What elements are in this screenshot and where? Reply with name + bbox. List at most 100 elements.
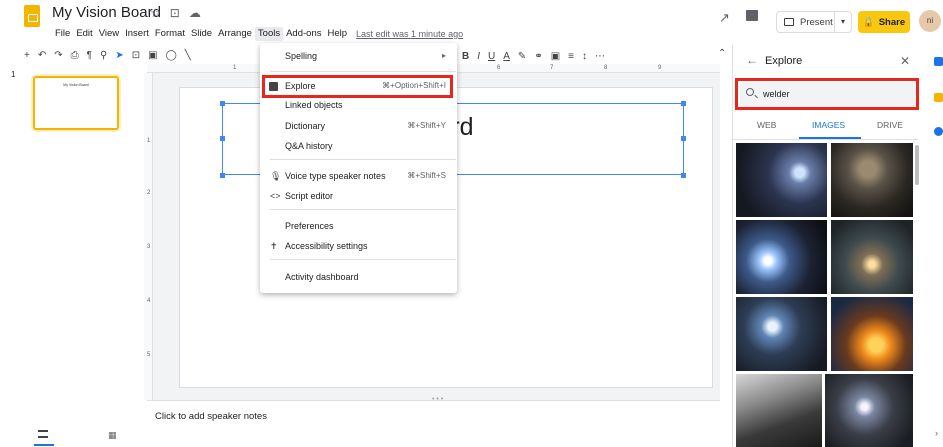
slide-thumbnail[interactable]: My Vision Board	[33, 76, 119, 130]
toolbar-format: B I U A ✎ ⚭ ▣ ≡ ↕ ⋯	[462, 48, 605, 64]
undo-icon[interactable]: ↶	[38, 48, 46, 64]
menu-item-linked-objects[interactable]: Linked objects	[260, 96, 457, 114]
highlight-icon[interactable]: ✎	[518, 51, 526, 62]
avatar[interactable]: ni	[919, 10, 941, 32]
slides-logo-icon[interactable]	[24, 5, 40, 27]
resize-handle[interactable]	[220, 136, 225, 141]
menu-arrange[interactable]: Arrange	[215, 27, 255, 41]
ruler-v-2: 2	[147, 190, 151, 196]
redo-icon[interactable]: ↷	[54, 48, 62, 64]
shape-icon[interactable]: ◯	[166, 48, 177, 64]
present-button[interactable]: Present ▾	[776, 11, 852, 33]
menu-item-voice-type[interactable]: 🎙 Voice type speaker notes ⌘+Shift+S	[260, 167, 457, 185]
last-edit-link[interactable]: Last edit was 1 minute ago	[356, 29, 463, 39]
grid-view-icon[interactable]: ▦	[108, 430, 117, 441]
menu-item-accessibility[interactable]: ✝ Accessibility settings	[260, 237, 457, 255]
resize-handle[interactable]	[220, 101, 225, 106]
keep-icon[interactable]	[934, 93, 943, 102]
comment-add-icon[interactable]: ▣	[551, 51, 560, 62]
image-result[interactable]	[831, 143, 913, 217]
image-result[interactable]	[825, 374, 913, 447]
menu-addons[interactable]: Add-ons	[283, 27, 324, 41]
image-result[interactable]	[831, 297, 913, 371]
share-label: Share	[878, 16, 906, 28]
close-icon[interactable]: ✕	[900, 54, 910, 68]
collapse-toolbar-icon[interactable]: ⌃	[718, 48, 726, 59]
italic-button[interactable]: I	[477, 51, 480, 62]
speaker-notes-placeholder[interactable]: Click to add speaker notes	[155, 411, 267, 422]
expand-rail-icon[interactable]: ›	[935, 428, 938, 438]
trend-icon[interactable]: ↗	[719, 10, 730, 26]
present-dropdown-icon[interactable]: ▾	[834, 12, 851, 32]
textbox-icon[interactable]: ⊡	[132, 48, 140, 64]
speaker-notes-area[interactable]	[147, 400, 720, 447]
filmstrip-view-icon[interactable]	[38, 430, 48, 438]
image-icon[interactable]: ▣	[148, 48, 157, 64]
menu-item-label: Voice type speaker notes	[285, 171, 386, 181]
menu-item-spelling[interactable]: Spelling ▸	[260, 47, 457, 65]
new-slide-icon[interactable]: +	[24, 48, 30, 64]
select-icon[interactable]: ➤	[115, 48, 123, 64]
side-rail	[930, 45, 943, 447]
menu-format[interactable]: Format	[152, 27, 188, 41]
tasks-icon[interactable]	[934, 127, 943, 136]
menu-item-script-editor[interactable]: <> Script editor	[260, 187, 457, 205]
menu-tools[interactable]: Tools	[254, 27, 284, 41]
active-tab-indicator	[799, 137, 861, 139]
menu-view[interactable]: View	[96, 27, 122, 41]
bold-button[interactable]: B	[462, 51, 469, 62]
line-icon[interactable]: ╲	[185, 48, 191, 64]
image-result[interactable]	[831, 220, 913, 294]
print-icon[interactable]: ⎙	[71, 48, 79, 64]
accessibility-icon: ✝	[270, 241, 278, 251]
resize-handle[interactable]	[220, 173, 225, 178]
menu-item-preferences[interactable]: Preferences	[260, 217, 457, 235]
star-icon[interactable]: ☆	[150, 6, 161, 20]
resize-handle[interactable]	[681, 101, 686, 106]
document-title[interactable]: My Vision Board	[52, 4, 161, 21]
image-result[interactable]	[736, 220, 827, 294]
explore-scrollbar[interactable]	[915, 145, 919, 185]
tab-drive[interactable]: DRIVE	[877, 120, 903, 130]
menu-item-label: Dictionary	[285, 121, 326, 131]
menu-item-label: Preferences	[285, 221, 334, 231]
tab-web[interactable]: WEB	[757, 120, 776, 130]
underline-button[interactable]: U	[488, 51, 495, 62]
menu-item-dictionary[interactable]: Dictionary ⌘+Shift+Y	[260, 117, 457, 135]
text-color-button[interactable]: A	[503, 51, 510, 62]
ruler-v-5: 5	[147, 352, 151, 358]
present-icon	[784, 18, 794, 26]
align-icon[interactable]: ≡	[568, 51, 574, 62]
back-arrow-icon[interactable]: ←	[746, 53, 758, 67]
menu-insert[interactable]: Insert	[122, 27, 152, 41]
line-spacing-icon[interactable]: ↕	[582, 51, 587, 62]
menu-item-qa-history[interactable]: Q&A history	[260, 137, 457, 155]
menubar: File Edit View Insert Format Slide Arran…	[52, 27, 463, 41]
image-result[interactable]	[736, 297, 827, 371]
title-icons: ☆ ⊡ ☁	[150, 6, 201, 20]
image-result[interactable]	[736, 374, 822, 447]
menu-slide[interactable]: Slide	[188, 27, 215, 41]
tab-images[interactable]: IMAGES	[812, 120, 845, 130]
resize-handle[interactable]	[681, 173, 686, 178]
menu-item-label: Spelling	[285, 51, 318, 61]
share-button[interactable]: 🔒 Share	[858, 11, 910, 33]
ruler-h-8: 8	[604, 65, 608, 71]
link-icon[interactable]: ⚭	[534, 51, 542, 62]
resize-handle[interactable]	[681, 136, 686, 141]
thumbnail-title: My Vision Board	[63, 83, 89, 87]
menu-help[interactable]: Help	[324, 27, 350, 41]
view-indicator	[34, 444, 54, 446]
calendar-icon[interactable]	[934, 57, 943, 66]
image-result[interactable]	[736, 143, 827, 217]
comment-icon[interactable]	[746, 10, 758, 21]
more-icon[interactable]: ⋯	[595, 51, 605, 62]
menu-file[interactable]: File	[52, 27, 73, 41]
paint-format-icon[interactable]: ¶	[87, 48, 92, 64]
menu-item-activity-dashboard[interactable]: Activity dashboard	[260, 268, 457, 286]
menu-edit[interactable]: Edit	[73, 27, 95, 41]
folder-icon[interactable]: ⊡	[170, 6, 180, 20]
present-label: Present	[800, 16, 833, 28]
zoom-icon[interactable]: ⚲	[100, 48, 107, 64]
menu-divider	[270, 159, 456, 160]
